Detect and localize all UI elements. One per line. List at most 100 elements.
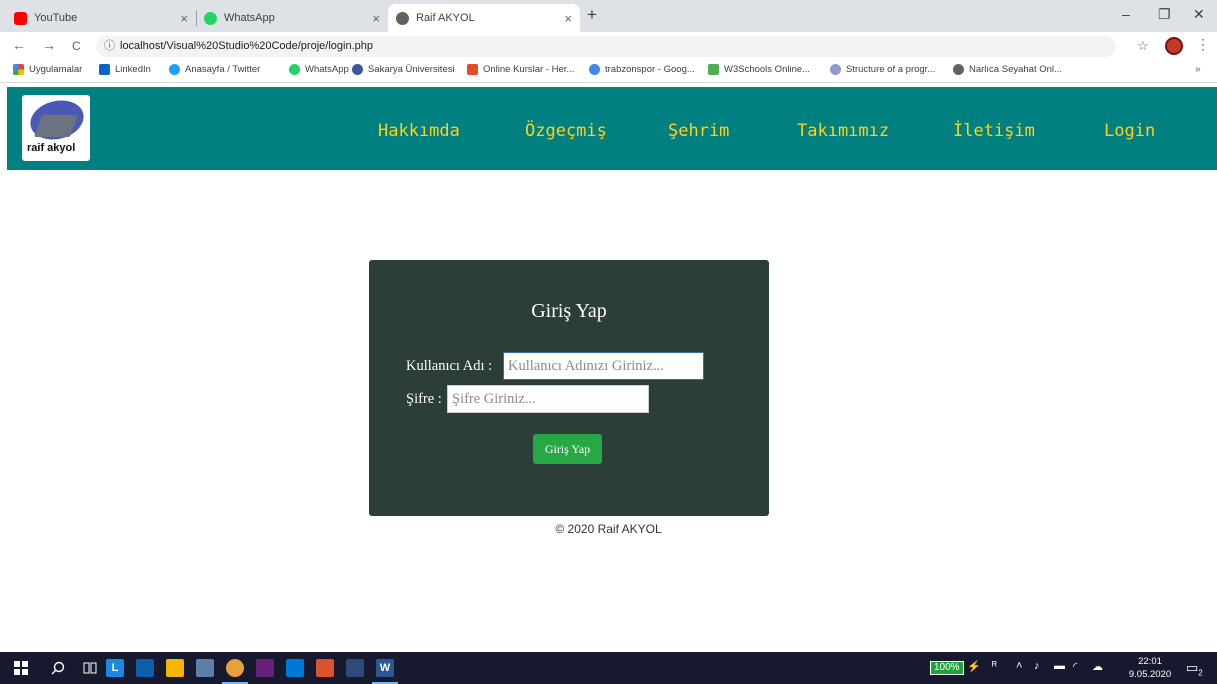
profile-avatar[interactable] bbox=[1165, 37, 1183, 55]
bookmark-sakarya[interactable]: Sakarya Üniversitesi bbox=[352, 64, 455, 75]
wifi-icon[interactable]: ◜ bbox=[1073, 660, 1077, 673]
new-tab-button[interactable]: + bbox=[587, 5, 597, 25]
youtube-icon bbox=[14, 11, 27, 25]
reload-button[interactable]: C bbox=[72, 39, 81, 53]
w3schools-icon bbox=[708, 64, 719, 75]
browser-tab-strip: YouTube × WhatsApp × Raif AKYOL × + – ❐ … bbox=[0, 0, 1217, 32]
site-info-icon[interactable]: ⓘ bbox=[104, 40, 115, 52]
login-form: Giriş Yap Kullanıcı Adı : Şifre : Giriş … bbox=[369, 260, 769, 516]
google-icon bbox=[589, 64, 600, 75]
site-logo[interactable]: raif akyol bbox=[22, 95, 90, 161]
bookmark-apps[interactable]: Uygulamalar bbox=[13, 64, 82, 75]
close-window-button[interactable]: ✕ bbox=[1193, 6, 1205, 23]
linkedin-icon bbox=[99, 64, 110, 75]
tab-label: YouTube bbox=[34, 12, 78, 24]
lync-icon[interactable]: L bbox=[106, 659, 124, 677]
login-submit-button[interactable]: Giriş Yap bbox=[533, 434, 602, 464]
nav-link-takimimiz[interactable]: Takımımız bbox=[797, 121, 889, 141]
close-tab-icon[interactable]: × bbox=[564, 11, 572, 26]
bookmark-google-search[interactable]: trabzonspor - Goog... bbox=[589, 64, 695, 75]
nav-link-iletisim[interactable]: İletişim bbox=[953, 121, 1035, 141]
close-tab-icon[interactable]: × bbox=[180, 11, 188, 26]
username-input[interactable] bbox=[503, 352, 704, 380]
bookmark-label: W3Schools Online... bbox=[724, 64, 811, 75]
bookmark-label: Structure of a progr... bbox=[846, 64, 936, 75]
clock-date: 9.05.2020 bbox=[1128, 669, 1172, 680]
globe-icon bbox=[953, 64, 964, 75]
bookmark-label: Uygulamalar bbox=[29, 64, 83, 75]
bookmarks-bar: Uygulamalar LinkedIn Anasayfa / Twitter … bbox=[0, 60, 1217, 83]
apps-grid-icon bbox=[13, 64, 24, 75]
onedrive-icon[interactable]: ☁ bbox=[1092, 660, 1103, 673]
battery-icon[interactable]: ▬ bbox=[1054, 660, 1065, 672]
bookmark-label: WhatsApp bbox=[305, 64, 349, 75]
url-bar[interactable]: ⓘ localhost/Visual%20Studio%20Code/proje/… bbox=[96, 36, 1116, 57]
store-icon[interactable] bbox=[136, 659, 154, 677]
forward-button[interactable]: → bbox=[42, 37, 56, 53]
power-plug-icon[interactable]: ⚡ bbox=[967, 660, 981, 673]
site-navbar: raif akyol Hakkımda Özgeçmiş Şehrim Takı… bbox=[7, 87, 1217, 170]
nav-link-sehrim[interactable]: Şehrim bbox=[668, 121, 729, 141]
xampp-icon[interactable] bbox=[316, 659, 334, 677]
bookmark-star-icon[interactable]: ☆ bbox=[1137, 38, 1149, 54]
bookmark-label: trabzonspor - Goog... bbox=[605, 64, 695, 75]
university-icon bbox=[352, 64, 363, 75]
network-app-icon[interactable] bbox=[196, 659, 214, 677]
bookmark-label: Narlıca Seyahat Onl... bbox=[969, 64, 1062, 75]
address-toolbar: ← → C ⓘ localhost/Visual%20Studio%20Code/… bbox=[0, 32, 1217, 60]
more-bookmarks-icon[interactable]: » bbox=[1195, 64, 1201, 75]
paint-icon[interactable] bbox=[346, 659, 364, 677]
nav-link-hakkimda[interactable]: Hakkımda bbox=[378, 121, 460, 141]
bookmark-online-kurslar[interactable]: Online Kurslar - Her... bbox=[467, 64, 574, 75]
twitter-icon bbox=[169, 64, 180, 75]
bookmark-linkedin[interactable]: LinkedIn bbox=[99, 64, 151, 75]
password-input[interactable] bbox=[447, 385, 649, 413]
udemy-icon bbox=[467, 64, 478, 75]
word-icon[interactable]: W bbox=[372, 659, 398, 684]
nav-link-ozgecmis[interactable]: Özgeçmiş bbox=[525, 121, 607, 141]
notification-center-icon[interactable]: ▭2 bbox=[1186, 660, 1203, 678]
whatsapp-icon bbox=[289, 64, 300, 75]
chrome-icon[interactable] bbox=[222, 659, 248, 684]
link-icon bbox=[830, 64, 841, 75]
system-clock[interactable]: 22:01 9.05.2020 bbox=[1125, 655, 1175, 681]
file-explorer-icon[interactable] bbox=[166, 659, 184, 677]
people-icon[interactable]: ᴿ bbox=[992, 660, 997, 672]
bookmark-narlica[interactable]: Narlıca Seyahat Onl... bbox=[953, 64, 1062, 75]
bookmark-label: LinkedIn bbox=[115, 64, 151, 75]
username-label: Kullanıcı Adı : bbox=[406, 358, 493, 374]
clock-time: 22:01 bbox=[1138, 656, 1162, 667]
volume-icon[interactable]: ♪ bbox=[1034, 660, 1040, 672]
task-view-icon[interactable] bbox=[81, 659, 99, 677]
browser-menu-icon[interactable]: ⋮ bbox=[1196, 36, 1210, 53]
close-tab-icon[interactable]: × bbox=[372, 11, 380, 26]
nav-link-login[interactable]: Login bbox=[1104, 121, 1155, 141]
bookmark-w3schools[interactable]: W3Schools Online... bbox=[708, 64, 810, 75]
bookmark-label: Anasayfa / Twitter bbox=[185, 64, 261, 75]
notification-count: 2 bbox=[1198, 668, 1203, 678]
tab-label: Raif AKYOL bbox=[416, 12, 475, 24]
tab-raif-akyol[interactable]: Raif AKYOL × bbox=[388, 4, 580, 32]
vscode-icon[interactable] bbox=[286, 659, 304, 677]
tab-whatsapp[interactable]: WhatsApp × bbox=[196, 4, 388, 32]
chevron-up-icon[interactable]: ˄ bbox=[1016, 660, 1022, 672]
tab-youtube[interactable]: YouTube × bbox=[6, 4, 196, 32]
bookmark-structure[interactable]: Structure of a progr... bbox=[830, 64, 935, 75]
tab-label: WhatsApp bbox=[224, 12, 275, 24]
minimize-button[interactable]: – bbox=[1122, 6, 1130, 22]
logo-text: raif akyol bbox=[27, 142, 76, 154]
visual-studio-icon[interactable] bbox=[256, 659, 274, 677]
search-icon[interactable] bbox=[49, 659, 67, 677]
bookmark-label: Sakarya Üniversitesi bbox=[368, 64, 455, 75]
bookmark-twitter[interactable]: Anasayfa / Twitter bbox=[169, 64, 260, 75]
globe-icon bbox=[396, 11, 409, 25]
maximize-button[interactable]: ❐ bbox=[1158, 6, 1171, 23]
bookmark-whatsapp[interactable]: WhatsApp bbox=[289, 64, 349, 75]
windows-start-icon[interactable] bbox=[12, 659, 30, 677]
back-button[interactable]: ← bbox=[12, 37, 26, 53]
password-label: Şifre : bbox=[406, 391, 442, 407]
footer-copyright: © 2020 Raif AKYOL bbox=[555, 522, 662, 536]
url-text: localhost/Visual%20Studio%20Code/proje/l… bbox=[120, 40, 373, 52]
battery-percentage-badge[interactable]: 100% bbox=[930, 661, 964, 675]
login-title: Giriş Yap bbox=[531, 300, 607, 322]
